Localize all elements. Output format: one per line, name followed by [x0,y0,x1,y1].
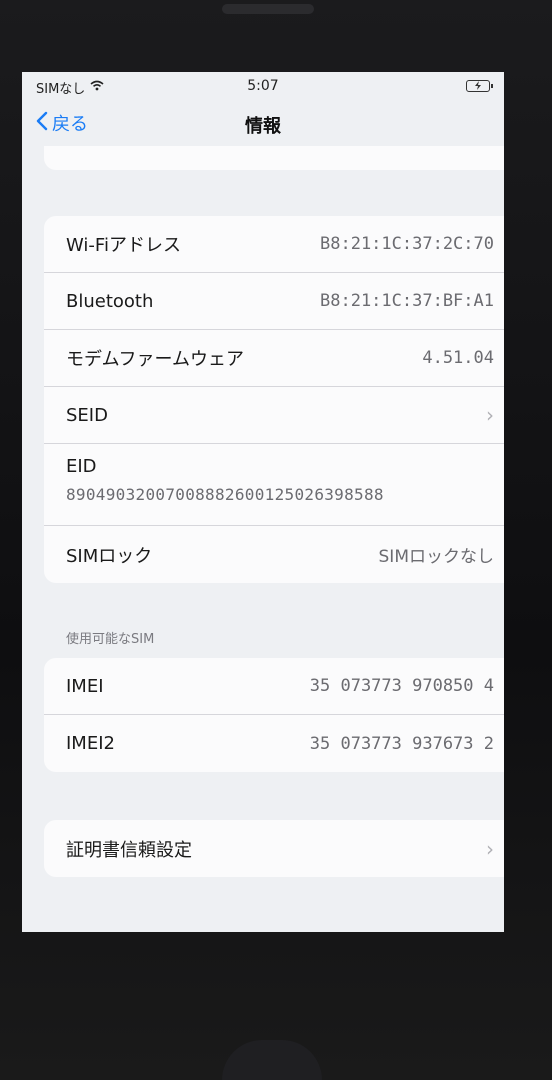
home-button[interactable] [222,1040,322,1080]
row-label: IMEI2 [66,733,115,754]
earpiece-speaker [222,4,314,14]
row-label: SIMロック [66,545,153,567]
battery-charging-icon [466,80,493,92]
row-modem-firmware[interactable]: モデムファームウェア 4.51.04 [44,330,504,387]
section-header-available-sim: 使用可能なSIM [66,632,155,647]
row-label: IMEI [66,675,104,697]
row-seid[interactable]: SEID › [44,387,504,444]
row-label: 証明書信頼設定 [66,839,192,861]
network-info-group: Wi-Fiアドレス B8:21:1C:37:2C:70 Bluetooth B8… [44,216,504,583]
row-wifi-address[interactable]: Wi-Fiアドレス B8:21:1C:37:2C:70 [44,216,504,273]
chevron-right-icon: › [486,836,494,861]
row-value: 89049032007008882600125026398588 [66,485,384,504]
row-value: SIMロックなし [378,547,494,567]
certificate-group: 証明書信頼設定 › [44,820,504,877]
row-value: 35 073773 937673 2 [309,733,494,754]
row-certificate-trust-settings[interactable]: 証明書信頼設定 › [44,820,504,877]
row-value: 35 073773 970850 4 [309,676,494,696]
row-value: B8:21:1C:37:2C:70 [320,234,494,254]
row-imei2[interactable]: IMEI2 35 073773 937673 2 [44,715,504,772]
row-imei[interactable]: IMEI 35 073773 970850 4 [44,658,504,715]
screen: SIMなし 5:07 戻る 情報 Wi-Fiアドレス B8:21:1C:37:2… [22,72,504,932]
row-sim-lock[interactable]: SIMロック SIMロックなし [44,526,504,583]
row-label: モデムファームウェア [66,349,245,370]
row-label: EID [66,456,97,477]
row-label: Bluetooth [66,290,154,312]
row-value: 4.51.04 [422,348,494,368]
sim-info-group: IMEI 35 073773 970850 4 IMEI2 35 073773 … [44,658,504,772]
row-value: B8:21:1C:37:BF:A1 [320,291,494,311]
page-title: 情報 [245,116,281,137]
navigation-bar: 戻る 情報 [22,102,504,146]
row-label: SEID [66,404,108,426]
status-time: 5:07 [247,78,279,94]
partially-hidden-row [44,146,504,170]
row-eid[interactable]: EID 89049032007008882600125026398588 [44,444,504,526]
phone-bezel: SIMなし 5:07 戻る 情報 Wi-Fiアドレス B8:21:1C:37:2… [0,0,552,1080]
row-bluetooth[interactable]: Bluetooth B8:21:1C:37:BF:A1 [44,273,504,330]
row-label: Wi-Fiアドレス [66,235,181,256]
status-bar: SIMなし 5:07 [22,72,504,100]
chevron-right-icon: › [486,403,494,427]
